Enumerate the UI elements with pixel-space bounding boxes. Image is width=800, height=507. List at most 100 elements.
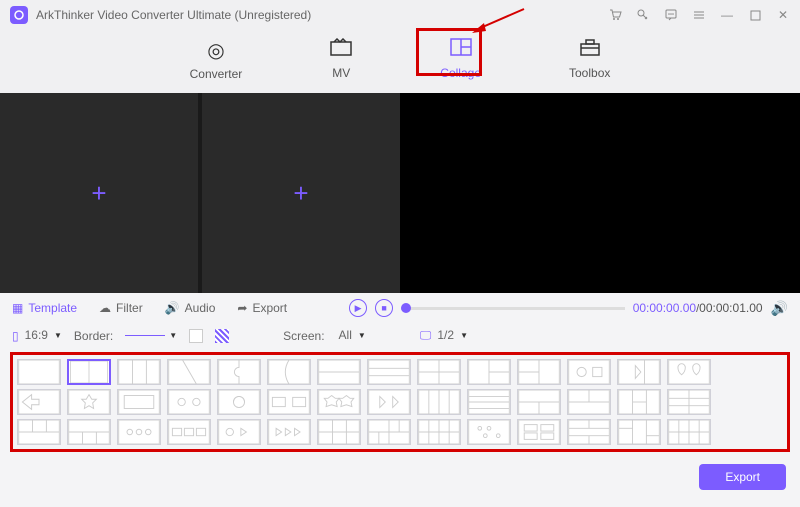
preview-size-dropdown[interactable]: 🖵1/2 ▼ (420, 327, 468, 344)
template-thumbnail[interactable] (417, 419, 461, 445)
template-thumbnail[interactable] (517, 419, 561, 445)
chevron-down-icon: ▼ (460, 331, 468, 340)
template-thumbnail[interactable] (17, 389, 61, 415)
subtab-export[interactable]: ➦ Export (237, 301, 287, 315)
play-button[interactable]: ▶ (349, 299, 367, 317)
template-icon: ▦ (12, 301, 23, 315)
menu-icon[interactable] (692, 8, 706, 22)
template-thumbnail[interactable] (567, 419, 611, 445)
template-thumbnail[interactable] (467, 359, 511, 385)
template-thumbnail[interactable] (367, 419, 411, 445)
template-thumbnail[interactable] (667, 359, 711, 385)
template-thumbnail[interactable] (217, 419, 261, 445)
chevron-down-icon: ▼ (54, 331, 62, 340)
minimize-icon[interactable]: — (720, 8, 734, 22)
export-icon: ➦ (237, 301, 247, 315)
key-icon[interactable] (636, 8, 650, 22)
template-thumbnail[interactable] (317, 359, 361, 385)
template-thumbnail[interactable] (317, 389, 361, 415)
tab-label: MV (332, 66, 350, 80)
app-title: ArkThinker Video Converter Ultimate (Unr… (36, 8, 608, 22)
monitor-icon: 🖵 (420, 328, 432, 343)
template-thumbnail[interactable] (517, 359, 561, 385)
template-thumbnail[interactable] (517, 389, 561, 415)
feedback-icon[interactable] (664, 8, 678, 22)
template-thumbnail[interactable] (67, 389, 111, 415)
time-display: 00:00:00.00/00:00:01.00 (633, 301, 763, 315)
screen-dropdown[interactable]: All▼ (337, 327, 366, 344)
template-thumbnail[interactable] (167, 359, 211, 385)
template-grid (10, 352, 790, 452)
subtab-filter[interactable]: ☁Filter (99, 301, 143, 315)
border-color-picker[interactable] (189, 329, 203, 343)
stop-button[interactable]: ■ (375, 299, 393, 317)
template-thumbnail[interactable] (267, 419, 311, 445)
template-thumbnail[interactable] (417, 359, 461, 385)
time-total: 00:00:01.00 (699, 301, 762, 315)
border-label: Border: (74, 329, 113, 343)
template-thumbnail[interactable] (617, 419, 661, 445)
template-thumbnail[interactable] (667, 389, 711, 415)
border-pattern-picker[interactable] (215, 329, 229, 343)
tab-toolbox[interactable]: Toolbox (555, 34, 624, 85)
tab-collage[interactable]: Collage (426, 34, 495, 85)
template-thumbnail[interactable] (617, 389, 661, 415)
template-thumbnail[interactable] (67, 419, 111, 445)
screen-value: All (337, 327, 354, 344)
template-thumbnail[interactable] (267, 359, 311, 385)
preview-ratio-value: 1/2 (435, 327, 456, 344)
template-thumbnail[interactable] (667, 419, 711, 445)
screen-label-text: Screen: (283, 329, 324, 343)
template-thumbnail[interactable] (567, 389, 611, 415)
border-style-dropdown[interactable]: ▼ (125, 331, 177, 340)
time-current: 00:00:00.00 (633, 301, 696, 315)
plus-icon: + (91, 178, 106, 209)
plus-icon: + (293, 178, 308, 209)
template-thumbnail[interactable] (267, 389, 311, 415)
close-icon[interactable]: ✕ (776, 8, 790, 22)
template-thumbnail[interactable] (17, 419, 61, 445)
cart-icon[interactable] (608, 8, 622, 22)
template-thumbnail[interactable] (467, 389, 511, 415)
collage-icon (450, 38, 472, 62)
template-thumbnail[interactable] (417, 389, 461, 415)
add-media-slot-1[interactable]: + (0, 93, 198, 293)
template-thumbnail[interactable] (67, 359, 111, 385)
mv-icon (330, 38, 352, 62)
subtab-label: Export (252, 301, 287, 315)
template-thumbnail[interactable] (467, 419, 511, 445)
aspect-ratio-dropdown[interactable]: ▯ 16:9 ▼ (12, 327, 62, 344)
tab-converter[interactable]: ◎Converter (176, 34, 257, 85)
subtab-template[interactable]: ▦Template (12, 301, 77, 315)
template-thumbnail[interactable] (367, 359, 411, 385)
template-thumbnail[interactable] (367, 389, 411, 415)
template-thumbnail[interactable] (117, 359, 161, 385)
progress-bar[interactable] (401, 307, 625, 310)
filter-icon: ☁ (99, 301, 111, 315)
preview-pane-1 (400, 93, 598, 293)
toolbox-icon (579, 38, 601, 62)
volume-icon[interactable]: 🔊 (771, 300, 788, 317)
tab-label: Toolbox (569, 66, 610, 80)
subtab-audio[interactable]: 🔊Audio (165, 301, 216, 315)
template-thumbnail[interactable] (167, 419, 211, 445)
template-thumbnail[interactable] (117, 419, 161, 445)
template-thumbnail[interactable] (317, 419, 361, 445)
screen-label: Screen: (283, 329, 324, 343)
ratio-value: 16:9 (23, 327, 50, 344)
template-thumbnail[interactable] (217, 389, 261, 415)
tab-mv[interactable]: MV (316, 34, 366, 85)
template-thumbnail[interactable] (217, 359, 261, 385)
maximize-icon[interactable] (748, 8, 762, 22)
template-thumbnail[interactable] (117, 389, 161, 415)
template-thumbnail[interactable] (567, 359, 611, 385)
preview-pane-2 (602, 93, 800, 293)
template-thumbnail[interactable] (17, 359, 61, 385)
ratio-icon: ▯ (12, 329, 19, 343)
chevron-down-icon: ▼ (169, 331, 177, 340)
audio-icon: 🔊 (165, 301, 180, 315)
template-thumbnail[interactable] (617, 359, 661, 385)
export-button[interactable]: Export (699, 464, 786, 490)
add-media-slot-2[interactable]: + (202, 93, 400, 293)
template-thumbnail[interactable] (167, 389, 211, 415)
